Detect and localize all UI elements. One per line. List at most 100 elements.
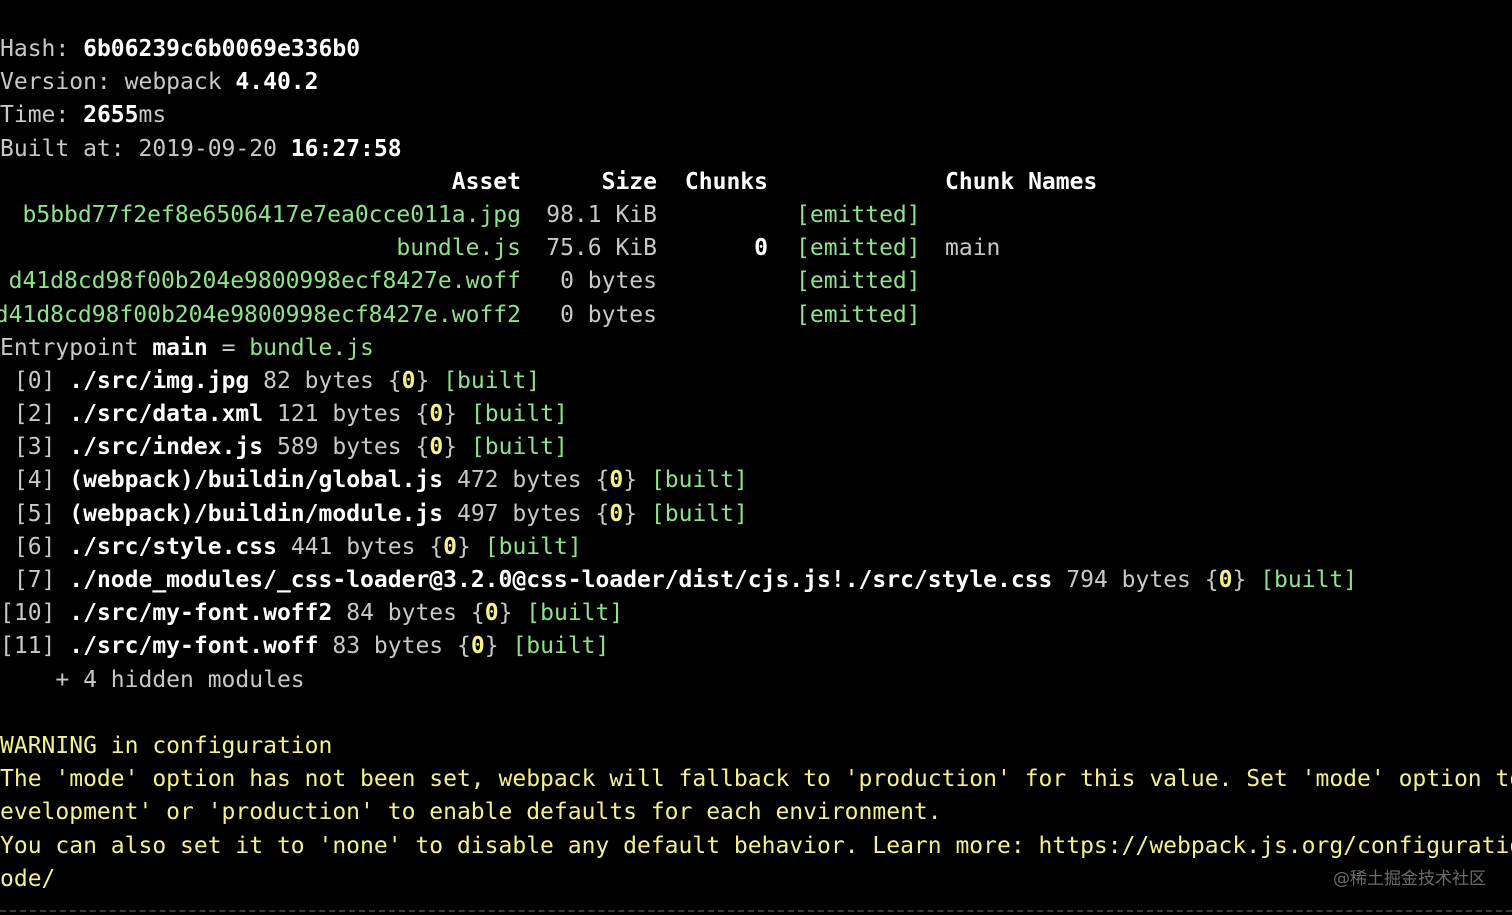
built-at-time: 16:27:58 [290,135,402,162]
version-value: 4.40.2 [235,69,319,96]
module-line: [11] ./src/my-font.woff 83 bytes {0} [bu… [0,630,1512,663]
module-line: [0] ./src/img.jpg 82 bytes {0} [built] [0,365,1512,398]
module-line: [2] ./src/data.xml 121 bytes {0} [built] [0,398,1512,431]
asset-row: b5bbd77f2ef8e6506417e7ea0cce011a.jpg 98.… [0,199,1512,232]
asset-emitted-status: [emitted] [796,301,921,328]
module-built-status: [built] [470,401,568,428]
module-path: ./node_modules/_css-loader@3.2.0@css-loa… [69,567,1053,593]
warning-message-line: ode/ [0,865,56,892]
module-path: (webpack)/buildin/global.js [69,467,444,494]
module-chunk-id: 0 [443,533,458,560]
asset-emitted-status: [emitted] [796,268,921,295]
module-chunk: {0} [387,367,430,394]
terminal-output: Hash: 6b06239c6b0069e336b0 Version: webp… [0,33,1512,896]
entrypoint-equals: = [207,334,250,361]
module-chunk: {0} [1204,567,1247,593]
built-at-line: Built at: 2019-09-20 16:27:58 [0,133,1512,166]
built-at-label: Built at: 2019-09-20 [0,135,291,162]
hash-line: Hash: 6b06239c6b0069e336b0 [0,33,1512,66]
module-size: 472 bytes [456,467,582,494]
module-size: 121 bytes [276,401,402,428]
entrypoint-line: Entrypoint main = bundle.js [0,332,1512,365]
module-size: 497 bytes [456,500,582,527]
asset-row: bundle.js 75.6 KiB 0 [emitted] main [0,232,1512,265]
module-id: [7] [0,567,56,593]
time-unit: ms [138,102,167,129]
time-value: 2655 [83,102,139,129]
asset-name: d41d8cd98f00b204e9800998ecf8427e.woff2 [0,301,521,328]
asset-size: 98.1 KiB [546,201,657,228]
version-label: Version: webpack [0,69,236,96]
version-line: Version: webpack 4.40.2 [0,66,1512,99]
module-path: ./src/img.jpg [69,367,250,394]
module-size: 83 bytes [332,633,444,660]
module-chunk: {0} [595,467,638,494]
module-chunk: {0} [595,500,638,527]
entrypoint-file: bundle.js [249,334,374,361]
module-chunk: {0} [457,633,499,660]
hash-label: Hash: [0,36,84,62]
module-path: (webpack)/buildin/module.js [69,500,444,527]
module-chunk-id: 0 [429,401,444,428]
module-size: 82 bytes [263,367,374,394]
module-chunk-id: 0 [1218,567,1233,593]
module-built-status: [built] [470,434,568,461]
module-chunk: {0} [429,533,471,560]
module-chunk-id: 0 [609,467,624,494]
module-line: [10] ./src/my-font.woff2 84 bytes {0} [b… [0,597,1512,630]
module-path: ./src/index.js [69,434,264,461]
warning-message-line: The 'mode' option has not been set, webp… [0,766,1512,793]
asset-size: 0 bytes [560,301,657,328]
chunks-column-header: Chunks [684,168,768,195]
module-chunk: {0} [415,434,458,461]
module-built-status: [built] [443,367,541,394]
module-chunk-id: 0 [484,600,499,627]
hash-value: 6b06239c6b0069e336b0 [83,36,361,62]
module-path: ./src/style.css [69,533,277,560]
asset-name: b5bbd77f2ef8e6506417e7ea0cce011a.jpg [22,201,522,228]
asset-chunks: 0 [754,235,768,262]
module-path: ./src/my-font.woff [69,633,319,660]
hidden-modules-line: + 4 hidden modules [0,666,305,693]
module-size: 84 bytes [346,600,457,627]
module-line: [4] (webpack)/buildin/global.js 472 byte… [0,464,1512,497]
module-chunk-id: 0 [470,633,485,660]
module-id: [10] [0,600,56,627]
module-size: 441 bytes [290,533,416,560]
module-chunk-id: 0 [401,367,416,394]
module-built-status: [built] [512,633,610,660]
module-built-status: [built] [484,533,582,560]
warning-message-line: evelopment' or 'production' to enable de… [0,799,942,826]
asset-row: d41d8cd98f00b204e9800998ecf8427e.woff2 0… [0,299,1512,332]
asset-size: 75.6 KiB [546,235,657,262]
size-column-header: Size [601,168,657,195]
entrypoint-name: main [152,334,208,361]
module-built-status: [built] [1260,567,1358,593]
warning-title: WARNING in configuration [0,732,333,759]
module-chunk: {0} [415,401,458,428]
asset-chunk-names: main [945,235,1001,262]
module-line: [6] ./src/style.css 441 bytes {0} [built… [0,531,1512,564]
chunk-names-column-header: Chunk Names [945,168,1098,195]
module-built-status: [built] [526,600,624,627]
module-id: [6] [0,533,56,560]
asset-size: 0 bytes [560,268,657,295]
asset-column-header: Asset [451,168,521,195]
module-line: [5] (webpack)/buildin/module.js 497 byte… [0,498,1512,531]
time-label: Time: [0,102,84,129]
time-line: Time: 2655ms [0,99,1512,132]
module-line: [3] ./src/index.js 589 bytes {0} [built] [0,431,1512,464]
module-id: [11] [0,633,56,660]
module-path: ./src/data.xml [69,401,264,428]
module-size: 794 bytes [1066,567,1191,593]
watermark: @稀土掘金技术社区 [1333,869,1486,889]
asset-row: d41d8cd98f00b204e9800998ecf8427e.woff 0 … [0,265,1512,298]
module-chunk-id: 0 [609,500,624,527]
asset-emitted-status: [emitted] [796,235,921,262]
module-built-status: [built] [650,500,748,527]
bottom-divider [0,910,1512,915]
warning-message-line: You can also set it to 'none' to disable… [0,832,1512,859]
module-chunk: {0} [470,600,513,627]
asset-table-header: Asset Size Chunks Chunk Names [0,166,1512,199]
